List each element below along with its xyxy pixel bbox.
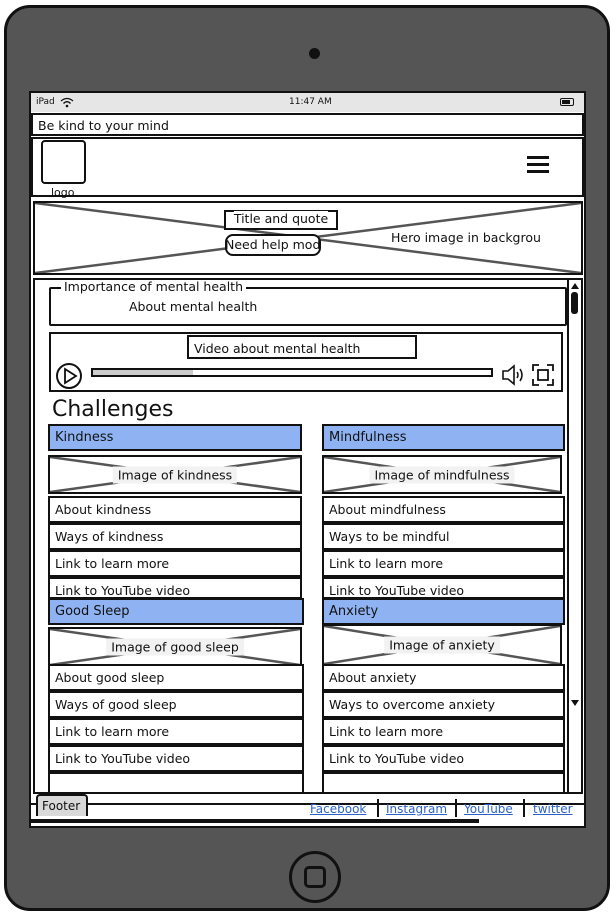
wifi-icon (60, 97, 74, 108)
card-youtube-kindness[interactable]: Link to YouTube video (48, 577, 302, 599)
card-youtube-good-sleep[interactable]: Link to YouTube video (48, 745, 304, 772)
importance-text: About mental health (129, 299, 258, 314)
card-image-kindness: Image of kindness (48, 455, 302, 494)
card-ways-kindness[interactable]: Ways of kindness (48, 523, 302, 550)
card-ways-good-sleep[interactable]: Ways of good sleep (48, 691, 304, 718)
card-youtube-anxiety[interactable]: Link to YouTube video (322, 745, 565, 772)
card-about-good-sleep: About good sleep (48, 664, 304, 691)
footer-separator (523, 799, 525, 817)
video-title-box: Video about mental health (187, 335, 417, 359)
banner-text: Be kind to your mind (38, 118, 169, 133)
camera-icon (309, 48, 320, 59)
footer-link-instagram[interactable]: Instagram (386, 802, 447, 816)
importance-section: Importance of mental health About mental… (49, 280, 567, 326)
footer-underline (31, 819, 479, 823)
card-empty-row (48, 772, 304, 792)
card-image-mindfulness: Image of mindfulness (322, 455, 562, 494)
volume-icon[interactable] (501, 363, 527, 387)
card-image-label: Image of kindness (112, 466, 238, 483)
battery-icon (560, 98, 574, 106)
scroll-up-icon[interactable] (570, 281, 580, 291)
hero-image: Title and quote Need help mode Hero imag… (33, 201, 583, 275)
footer-link-twitter[interactable]: twitter (533, 802, 573, 816)
hero-title: Title and quote (233, 211, 329, 226)
card-header-kindness: Kindness (48, 424, 302, 451)
fullscreen-icon[interactable] (531, 363, 555, 387)
nav-bar: logo (31, 137, 584, 199)
screen: iPad 11:47 AM Be kind to your mind logo … (29, 91, 586, 828)
video-player: Video about mental health (49, 332, 563, 392)
card-about-kindness: About kindness (48, 496, 302, 523)
footer-tab-label: Footer (42, 799, 81, 813)
footer-tab[interactable]: Footer (36, 794, 88, 816)
scroll-down-icon[interactable] (570, 698, 580, 708)
card-image-label: Image of mindfulness (369, 466, 515, 483)
content-scroll-area[interactable]: Importance of mental health About mental… (33, 278, 583, 794)
card-ways-anxiety[interactable]: Ways to overcome anxiety (322, 691, 565, 718)
card-about-mindfulness: About mindfulness (322, 496, 565, 523)
card-learn-good-sleep[interactable]: Link to learn more (48, 718, 304, 745)
video-progress-fill (93, 370, 193, 375)
challenges-title: Challenges (52, 397, 174, 422)
play-icon[interactable] (55, 362, 83, 390)
scrollbar-thumb[interactable] (571, 292, 578, 314)
status-bar: iPad 11:47 AM (31, 93, 584, 112)
need-help-button[interactable]: Need help mode (225, 234, 321, 256)
footer-link-facebook[interactable]: Facebook (310, 802, 366, 816)
device-name: iPad (36, 97, 55, 107)
video-progress-track[interactable] (91, 368, 493, 377)
card-header-mindfulness: Mindfulness (322, 424, 565, 451)
scrollbar[interactable] (567, 280, 581, 792)
logo[interactable] (41, 140, 86, 184)
hamburger-menu-icon[interactable] (527, 155, 549, 175)
card-empty-row (322, 772, 565, 792)
video-title: Video about mental health (194, 341, 361, 356)
hero-title-box: Title and quote (224, 210, 338, 230)
clock: 11:47 AM (289, 97, 332, 107)
card-ways-mindfulness[interactable]: Ways to be mindful (322, 523, 565, 550)
footer-separator (377, 799, 379, 817)
card-learn-mindfulness[interactable]: Link to learn more (322, 550, 565, 577)
card-youtube-mindfulness[interactable]: Link to YouTube video (322, 577, 565, 599)
hero-background-label: Hero image in backgrou (391, 230, 541, 245)
need-help-label: Need help mode (225, 237, 321, 252)
footer-link-youtube[interactable]: YouTube (464, 802, 513, 816)
card-learn-anxiety[interactable]: Link to learn more (322, 718, 565, 745)
banner: Be kind to your mind (31, 113, 584, 136)
home-button[interactable] (289, 851, 341, 903)
card-learn-kindness[interactable]: Link to learn more (48, 550, 302, 577)
card-image-anxiety: Image of anxiety (322, 624, 562, 666)
logo-label: logo (51, 186, 75, 199)
card-image-label: Image of good sleep (106, 638, 244, 656)
footer-separator (455, 799, 457, 817)
card-about-anxiety: About anxiety (322, 664, 565, 691)
card-image-label: Image of anxiety (384, 636, 500, 654)
card-header-good-sleep: Good Sleep (48, 598, 304, 625)
importance-legend: Importance of mental health (61, 280, 246, 294)
card-image-good-sleep: Image of good sleep (48, 627, 302, 667)
card-header-anxiety: Anxiety (322, 598, 565, 625)
